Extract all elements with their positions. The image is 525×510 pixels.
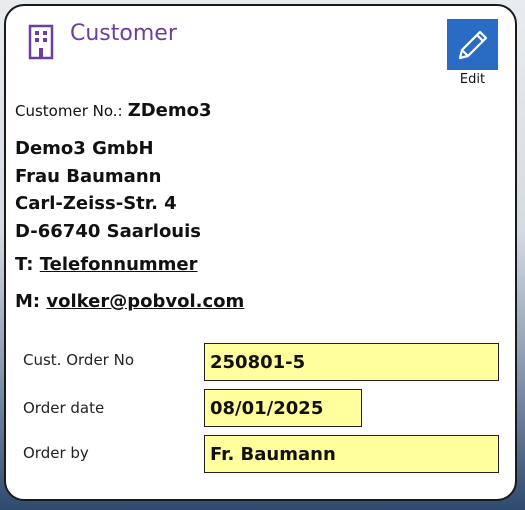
card-title: Customer <box>70 21 177 46</box>
order-date-field[interactable]: 08/01/2025 <box>204 389 362 427</box>
mail-link[interactable]: volker@pobvol.com <box>46 291 244 312</box>
cust-order-no-label: Cust. Order No <box>23 351 135 369</box>
customer-number-value: ZDemo3 <box>127 100 212 121</box>
edit-button[interactable] <box>447 19 498 70</box>
address-line-city: D-66740 Saarlouis <box>15 220 202 242</box>
order-by-field[interactable]: Fr. Baumann <box>204 435 499 473</box>
customer-number-row: Customer No.: ZDemo3 <box>15 100 212 121</box>
phone-prefix: T: <box>15 254 34 275</box>
customer-address: Demo3 GmbH Frau Baumann Carl-Zeiss-Str. … <box>15 135 201 245</box>
address-line-contact: Frau Baumann <box>15 165 162 187</box>
building-icon <box>28 24 54 60</box>
cust-order-no-field[interactable]: 250801-5 <box>204 343 499 381</box>
phone-link[interactable]: Telefonnummer <box>40 254 198 275</box>
edit-label: Edit <box>459 72 486 87</box>
address-line-company: Demo3 GmbH <box>15 138 154 159</box>
pencil-icon <box>458 30 487 59</box>
address-line-street: Carl-Zeiss-Str. 4 <box>15 193 177 214</box>
customer-card: Customer Edit Customer No.: ZDemo3 Demo3… <box>4 4 517 501</box>
order-date-label: Order date <box>23 399 105 417</box>
phone-row: T: Telefonnummer <box>15 254 198 275</box>
order-by-label: Order by <box>23 444 89 462</box>
mail-row: M: volker@pobvol.com <box>15 291 244 312</box>
customer-number-label: Customer No.: <box>15 102 123 120</box>
mail-prefix: M: <box>15 291 41 312</box>
